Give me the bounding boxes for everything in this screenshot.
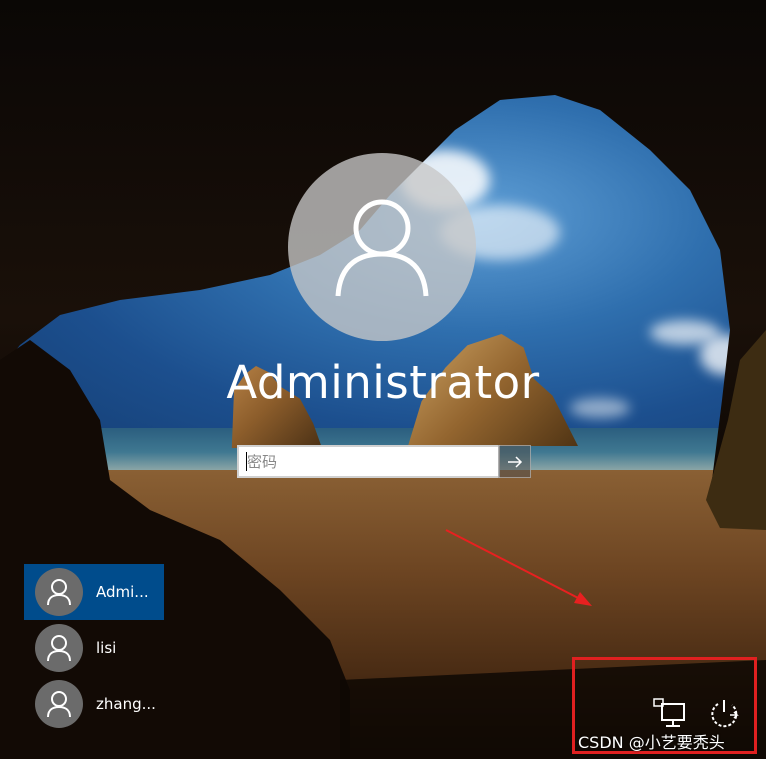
user-name-label: lisi bbox=[96, 639, 117, 657]
user-icon bbox=[47, 691, 71, 718]
user-icon bbox=[47, 635, 71, 662]
avatar bbox=[35, 568, 83, 616]
avatar bbox=[35, 680, 83, 728]
network-button[interactable] bbox=[652, 696, 688, 730]
system-tray bbox=[652, 696, 742, 730]
arrow-right-icon bbox=[507, 455, 522, 468]
user-icon bbox=[47, 579, 71, 606]
password-input[interactable] bbox=[237, 445, 500, 478]
power-icon bbox=[711, 700, 739, 728]
power-button[interactable] bbox=[706, 696, 742, 730]
watermark-text: CSDN @小艺要秃头 bbox=[578, 733, 725, 752]
user-list: Admi... lisi zhang... bbox=[24, 564, 184, 732]
username-title: Administrator bbox=[226, 356, 540, 409]
user-item-administrator[interactable]: Admi... bbox=[24, 564, 164, 620]
user-name-label: Admi... bbox=[96, 583, 149, 601]
large-user-avatar bbox=[288, 153, 476, 341]
avatar bbox=[35, 624, 83, 672]
user-name-label: zhang... bbox=[96, 695, 156, 713]
user-item-lisi[interactable]: lisi bbox=[24, 620, 164, 676]
user-item-zhang[interactable]: zhang... bbox=[24, 676, 164, 732]
user-icon bbox=[335, 199, 429, 297]
submit-button[interactable] bbox=[498, 445, 531, 478]
network-icon bbox=[653, 698, 685, 727]
text-cursor bbox=[246, 452, 247, 471]
